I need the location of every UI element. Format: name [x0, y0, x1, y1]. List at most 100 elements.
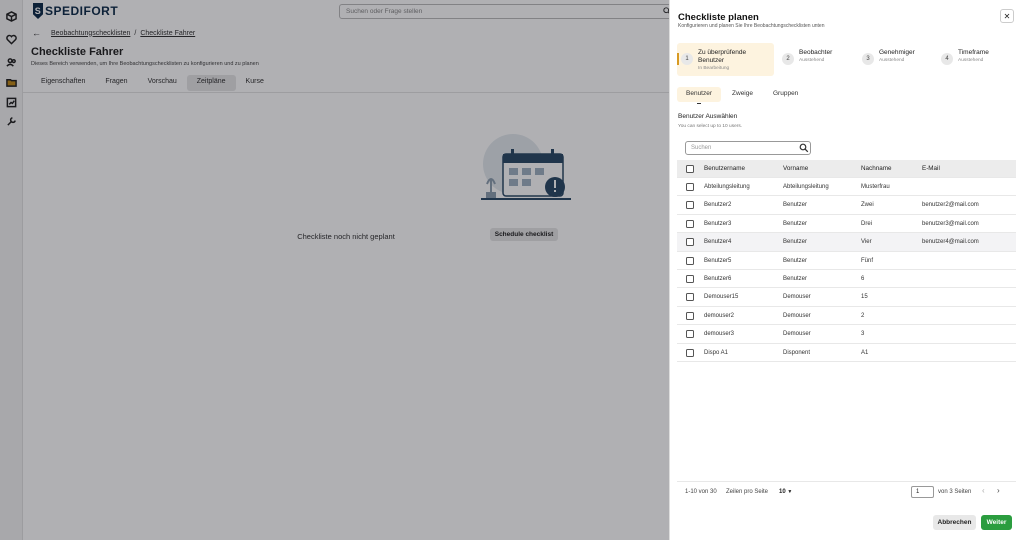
cell-username: Benutzer2: [704, 202, 732, 209]
drawer-subtabs: Benutzer Zweige Gruppen: [677, 87, 807, 104]
cell-lastname: 15: [861, 294, 868, 301]
modal-backdrop[interactable]: [0, 0, 669, 540]
cell-lastname: Zwei: [861, 202, 874, 209]
table-row[interactable]: Benutzer2 Benutzer Zwei benutzer2@mail.com: [677, 196, 1016, 215]
page-number-input[interactable]: 1: [911, 486, 934, 498]
row-checkbox[interactable]: [686, 293, 694, 302]
cell-username: Benutzer4: [704, 239, 732, 246]
table-row[interactable]: Benutzer6 Benutzer 6: [677, 270, 1016, 289]
cell-lastname: Fünf: [861, 257, 874, 264]
cell-firstname: Disponent: [783, 349, 811, 356]
cell-lastname: Vier: [861, 239, 872, 246]
row-checkbox[interactable]: [686, 238, 694, 247]
step-number: 1: [681, 53, 693, 65]
column-header-username[interactable]: Benutzername: [704, 160, 745, 178]
cell-firstname: Demouser: [783, 331, 811, 338]
subtab-zweige[interactable]: Zweige: [723, 87, 762, 102]
row-checkbox[interactable]: [686, 201, 694, 210]
column-header-firstname[interactable]: Vorname: [783, 160, 808, 178]
user-search-placeholder: Suchen: [691, 145, 712, 151]
step-label: Genehmiger: [879, 49, 915, 56]
close-icon[interactable]: ✕: [1000, 9, 1014, 23]
step-timeframe[interactable]: 4 Timeframe Ausstehend: [941, 43, 1017, 76]
table-row[interactable]: Benutzer4 Benutzer Vier benutzer4@mail.com: [677, 233, 1016, 252]
cell-lastname: Drei: [861, 220, 873, 227]
cell-username: Benutzer6: [704, 275, 732, 282]
search-icon[interactable]: [799, 143, 809, 153]
next-button[interactable]: Weiter: [981, 515, 1012, 530]
cell-email: benutzer3@mail.com: [922, 220, 979, 227]
step-state: In Bearbeitung: [698, 66, 730, 71]
table-row[interactable]: demouser3 Demouser 3: [677, 325, 1016, 344]
rows-per-page-label: Zeilen pro Seite: [726, 489, 769, 495]
step-users[interactable]: 1 Zu überprüfende Benutzer In Bearbeitun…: [677, 43, 774, 76]
table-row[interactable]: demouser2 Demouser 2: [677, 307, 1016, 326]
cell-lastname: Musterfrau: [861, 184, 890, 190]
stepper: 1 Zu überprüfende Benutzer In Bearbeitun…: [677, 43, 1017, 76]
cell-lastname: 3: [861, 331, 865, 338]
rows-per-page-value: 10: [779, 489, 786, 495]
row-checkbox[interactable]: [686, 274, 694, 283]
step-number: 4: [941, 53, 953, 65]
row-checkbox[interactable]: [686, 311, 694, 320]
column-header-email[interactable]: E-Mail: [922, 160, 940, 178]
step-state: Ausstehend: [958, 58, 984, 63]
cell-username: Benutzer5: [704, 257, 732, 264]
schedule-drawer: Checkliste planen Konfigurieren und plan…: [669, 0, 1024, 540]
table-row[interactable]: Abteilungsleitung Abteilungsleitung Muster…: [677, 178, 1016, 197]
row-checkbox[interactable]: [686, 183, 694, 191]
pagination-range: 1-10 von 30: [685, 489, 717, 495]
cell-username: Dispo A1: [704, 349, 729, 356]
select-all-checkbox[interactable]: [686, 165, 694, 173]
cell-firstname: Demouser: [783, 294, 811, 301]
chevron-down-icon: ▼: [787, 489, 793, 495]
cell-firstname: Benutzer: [783, 239, 808, 246]
drawer-title: Checkliste planen: [678, 12, 759, 23]
select-users-heading: Benutzer Auswählen: [678, 113, 738, 120]
step-number: 2: [782, 53, 794, 65]
row-checkbox[interactable]: [686, 348, 694, 357]
row-checkbox[interactable]: [686, 330, 694, 339]
cell-firstname: Benutzer: [783, 202, 808, 209]
table-header-row: Benutzername Vorname Nachname E-Mail: [677, 160, 1016, 178]
page-count: von 3 Seiten: [938, 489, 972, 495]
subtab-gruppen[interactable]: Gruppen: [764, 87, 807, 102]
chevron-left-icon[interactable]: ‹: [982, 486, 985, 495]
row-checkbox[interactable]: [686, 219, 694, 228]
step-label: Timeframe: [958, 49, 989, 56]
select-users-hint: You can select up to 10 users.: [678, 124, 743, 129]
step-state: Ausstehend: [879, 58, 905, 63]
cell-email: benutzer4@mail.com: [922, 239, 979, 246]
cell-username: demouser2: [704, 312, 735, 319]
table-row[interactable]: Benutzer3 Benutzer Drei benutzer3@mail.com: [677, 215, 1016, 234]
cell-lastname: 2: [861, 312, 865, 319]
cell-firstname: Benutzer: [783, 257, 808, 264]
step-observer[interactable]: 2 Beobachter Ausstehend: [782, 43, 862, 76]
cell-username: Demouser15: [704, 294, 739, 301]
column-header-lastname[interactable]: Nachname: [861, 160, 891, 178]
user-search-input[interactable]: Suchen: [685, 141, 811, 155]
cell-firstname: Benutzer: [783, 220, 808, 227]
app-root: S SPEDIFORT Suchen oder Frage stellen ← …: [0, 0, 1024, 540]
cell-firstname: Abteilungsleitung: [783, 184, 829, 190]
rows-per-page-select[interactable]: 10 ▼: [779, 489, 792, 495]
cancel-button[interactable]: Abbrechen: [933, 515, 976, 530]
cell-username: Benutzer3: [704, 220, 732, 227]
row-checkbox[interactable]: [686, 256, 694, 265]
cell-lastname: A1: [861, 349, 869, 356]
step-number: 3: [862, 53, 874, 65]
cell-lastname: 6: [861, 275, 865, 282]
chevron-right-icon[interactable]: ›: [997, 486, 1000, 495]
subtab-benutzer[interactable]: Benutzer: [677, 87, 722, 104]
drawer-subtitle: Konfigurieren und planen Sie Ihre Beobac…: [678, 23, 825, 29]
table-row[interactable]: Benutzer5 Benutzer Fünf: [677, 252, 1016, 270]
table-row[interactable]: Dispo A1 Disponent A1: [677, 344, 1016, 362]
cell-username: Abteilungsleitung: [704, 184, 750, 190]
cell-email: benutzer2@mail.com: [922, 202, 979, 209]
step-state: Ausstehend: [799, 58, 825, 63]
users-table: Benutzername Vorname Nachname E-Mail Abt…: [677, 160, 1016, 362]
table-row[interactable]: Demouser15 Demouser 15: [677, 288, 1016, 307]
pagination: 1-10 von 30 Zeilen pro Seite 10 ▼ 1 von …: [677, 481, 1016, 501]
step-approver[interactable]: 3 Genehmiger Ausstehend: [862, 43, 942, 76]
cell-firstname: Benutzer: [783, 275, 808, 282]
